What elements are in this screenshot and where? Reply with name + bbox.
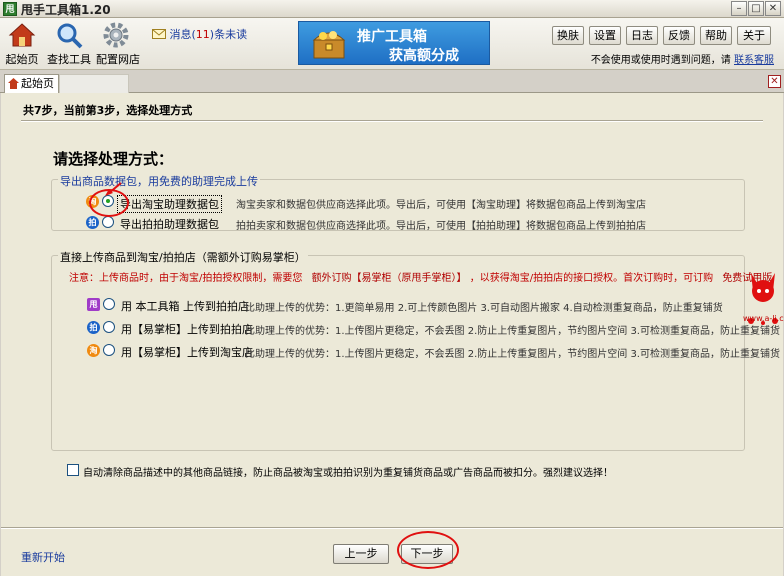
banner-line2: 获高额分成 xyxy=(389,48,459,64)
message-icon xyxy=(152,29,166,39)
tab-bar: 起始页 ✕ xyxy=(0,71,784,93)
treasure-chest-icon xyxy=(312,31,346,59)
home-button[interactable]: 起始页 xyxy=(4,20,40,68)
option-upload-yzg-paipai[interactable]: 拍 用【易掌柜】上传到拍拍店 比助理上传的优势：1.上传图片更稳定，不会丢图 2… xyxy=(87,320,780,337)
tab-home[interactable]: 起始页 xyxy=(4,74,59,93)
main-toolbar: 起始页 查找工具 配置网店 消息(11)条未读 推广工具箱 获高额分成 换肤 设… xyxy=(0,18,784,70)
home-label: 起始页 xyxy=(5,53,39,66)
option-upload-yzg-taobao-label: 用【易掌柜】上传到淘宝店 xyxy=(121,346,253,359)
option-export-taobao[interactable]: 淘 导出淘宝助理数据包 淘宝卖家和数据包供应商选择此项。导出后，可使用【淘宝助理… xyxy=(86,194,736,213)
minimize-icon[interactable]: – xyxy=(731,1,747,16)
option-export-paipai-label: 导出拍拍助理数据包 xyxy=(120,218,219,231)
window-title: 甩手工具箱1.20 xyxy=(21,3,111,17)
title-bar: 甩 甩手工具箱1.20 – □ ✕ xyxy=(0,0,784,18)
message-count: 11 xyxy=(195,28,210,41)
radio-upload-yzg-paipai[interactable] xyxy=(103,321,115,333)
step-indicator: 共7步，当前第3步，选择处理方式 xyxy=(23,104,193,117)
feedback-button[interactable]: 反馈 xyxy=(663,26,695,45)
banner-line1: 推广工具箱 xyxy=(357,29,427,45)
paipai-icon: 拍 xyxy=(86,216,99,229)
tab-home-label: 起始页 xyxy=(21,77,54,90)
contact-support-link[interactable]: 联系客服 xyxy=(734,55,774,66)
notice-middle: ，以获得淘宝/拍拍店的接口授权。首次订购时，可订购 xyxy=(469,273,714,284)
toolbox-icon: 甩 xyxy=(87,298,100,311)
notice-prefix: 注意：上传商品时，由于淘宝/拍拍授权限制，需要您 xyxy=(69,273,303,284)
option-export-taobao-desc: 淘宝卖家和数据包供应商选择此项。导出后，可使用【淘宝助理】将数据包商品上传到淘宝… xyxy=(236,200,646,211)
find-tools-button[interactable]: 查找工具 xyxy=(46,20,92,68)
tab-current-task[interactable] xyxy=(59,74,129,93)
auto-clean-links-label: 自动清除商品描述中的其他商品链接，防止商品被淘宝或拍拍识别为重复铺货商品或广告商… xyxy=(83,468,613,479)
wizard-panel: 共7步，当前第3步，选择处理方式 请选择处理方式： 导出商品数据包，用免费的助理… xyxy=(1,93,784,576)
restart-link[interactable]: 重新开始 xyxy=(21,549,65,565)
magnifier-icon xyxy=(57,23,83,49)
radio-upload-yzg-taobao[interactable] xyxy=(103,344,115,356)
close-icon[interactable]: ✕ xyxy=(765,1,781,16)
prev-step-button[interactable]: 上一步 xyxy=(333,544,389,564)
message-suffix: )条未读 xyxy=(209,28,248,41)
gear-icon xyxy=(103,22,129,48)
bottom-divider xyxy=(1,527,783,529)
radio-export-paipai[interactable] xyxy=(102,216,114,228)
option-upload-toolbox-paipai-label: 用 本工具箱 上传到拍拍店 xyxy=(121,300,249,313)
option-upload-yzg-paipai-desc: 比助理上传的优势：1.上传图片更稳定，不会丢图 2.防止上传重复图片，节约图片空… xyxy=(245,326,780,337)
home-icon xyxy=(8,23,36,47)
log-button[interactable]: 日志 xyxy=(626,26,658,45)
maximize-icon[interactable]: □ xyxy=(748,1,764,16)
upload-notice: 注意：上传商品时，由于淘宝/拍拍授权限制，需要您 额外订购【易掌柜（原甩手掌柜）… xyxy=(69,269,772,284)
export-group-legend: 导出商品数据包，用免费的助理完成上传 xyxy=(58,173,260,189)
find-tools-label: 查找工具 xyxy=(47,53,91,66)
settings-button[interactable]: 设置 xyxy=(589,26,621,45)
notice-text: 不会使用或使用时遇到问题，请 xyxy=(590,55,731,66)
option-upload-yzg-taobao[interactable]: 淘 用【易掌柜】上传到淘宝店 比助理上传的优势：1.上传图片更稳定，不会丢图 2… xyxy=(87,343,780,360)
radio-upload-toolbox-paipai[interactable] xyxy=(103,298,115,310)
config-shop-label: 配置网店 xyxy=(96,53,140,66)
auto-clean-links-checkbox[interactable] xyxy=(67,464,79,476)
direct-upload-group-legend: 直接上传商品到淘宝/拍拍店（需额外订购易掌柜） xyxy=(58,249,308,265)
option-upload-yzg-paipai-label: 用【易掌柜】上传到拍拍店 xyxy=(121,323,253,336)
about-button[interactable]: 关于 xyxy=(737,26,771,45)
paipai-icon: 拍 xyxy=(87,321,100,334)
app-icon: 甩 xyxy=(3,2,17,16)
next-step-button[interactable]: 下一步 xyxy=(401,544,453,564)
option-export-paipai[interactable]: 拍 导出拍拍助理数据包 拍拍卖家和数据包供应商选择此项。导出后，可使用【拍拍助理… xyxy=(86,215,736,232)
messages-link[interactable]: 消息(11)条未读 xyxy=(152,26,247,42)
order-link[interactable]: 额外订购【易掌柜（原甩手掌柜）】 xyxy=(312,273,467,284)
config-shop-button[interactable]: 配置网店 xyxy=(96,20,140,68)
watermark-text: www.a-li.com.cn xyxy=(743,314,784,323)
support-notice: 不会使用或使用时遇到问题，请 联系客服 xyxy=(591,51,774,66)
annotation-arrow-icon xyxy=(105,182,122,196)
option-upload-toolbox-paipai[interactable]: 甩 用 本工具箱 上传到拍拍店 比助理上传的优势：1.更简单易用 2.可上传颜色… xyxy=(87,297,737,314)
option-export-taobao-label: 导出淘宝助理数据包 xyxy=(117,195,222,213)
skin-button[interactable]: 换肤 xyxy=(552,26,584,45)
promo-banner[interactable]: 推广工具箱 获高额分成 xyxy=(298,21,490,65)
taobao-icon: 淘 xyxy=(86,195,99,208)
home-tab-icon xyxy=(8,78,19,89)
page-title: 请选择处理方式： xyxy=(53,150,174,168)
message-prefix: 消息( xyxy=(169,28,196,41)
option-export-paipai-desc: 拍拍卖家和数据包供应商选择此项。导出后，可使用【拍拍助理】将数据包商品上传到拍拍… xyxy=(236,221,646,232)
top-divider xyxy=(21,120,763,122)
taobao-icon: 淘 xyxy=(87,344,100,357)
option-upload-yzg-taobao-desc: 比助理上传的优势：1.上传图片更稳定，不会丢图 2.防止上传重复图片，节约图片空… xyxy=(245,349,780,360)
close-tab-icon[interactable]: ✕ xyxy=(768,75,781,88)
help-button[interactable]: 帮助 xyxy=(700,26,732,45)
export-group: 导出商品数据包，用免费的助理完成上传 淘 导出淘宝助理数据包 淘宝卖家和数据包供… xyxy=(51,173,745,232)
option-upload-toolbox-paipai-desc: 比助理上传的优势：1.更简单易用 2.可上传颜色图片 3.可自动图片搬家 4.自… xyxy=(245,303,723,314)
